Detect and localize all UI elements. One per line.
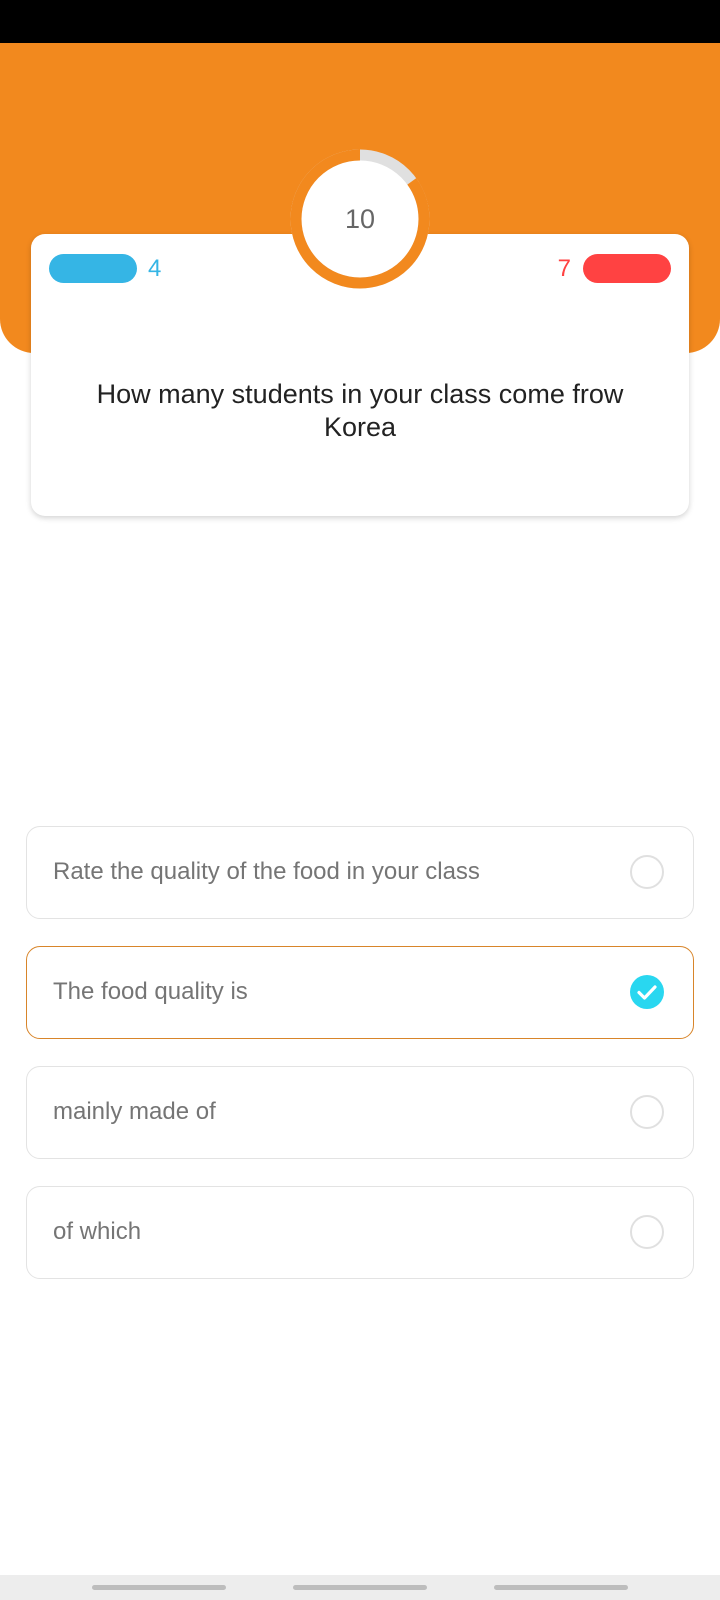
timer-value: 10 <box>344 204 376 234</box>
check-circle-icon[interactable] <box>630 975 664 1009</box>
question-text: How many students in your class come fro… <box>96 379 624 442</box>
navigation-bar <box>0 1575 720 1600</box>
answer-list: Rate the quality of the food in your cla… <box>26 826 694 1306</box>
radio-unchecked-icon[interactable] <box>630 1095 664 1129</box>
answer-label: Rate the quality of the food in your cla… <box>53 858 480 885</box>
radio-unchecked-icon[interactable] <box>630 855 664 889</box>
correct-count: 4 <box>148 255 162 282</box>
correct-score-pill <box>49 254 137 283</box>
answer-label: mainly made of <box>53 1098 216 1125</box>
radio-unchecked-icon[interactable] <box>630 1215 664 1249</box>
countdown-timer: 10 <box>290 149 430 289</box>
answer-option-2[interactable]: The food quality is <box>26 946 694 1039</box>
wrong-score-pill <box>583 254 671 283</box>
status-bar <box>0 0 720 43</box>
answer-option-1[interactable]: Rate the quality of the food in your cla… <box>26 826 694 919</box>
answer-option-3[interactable]: mainly made of <box>26 1066 694 1159</box>
answer-option-4[interactable]: of which <box>26 1186 694 1279</box>
nav-home-button[interactable] <box>293 1585 427 1590</box>
answer-label: The food quality is <box>53 978 248 1005</box>
nav-back-button[interactable] <box>494 1585 628 1590</box>
answer-label: of which <box>53 1218 142 1245</box>
nav-recent-button[interactable] <box>92 1585 226 1590</box>
wrong-count: 7 <box>557 255 571 282</box>
